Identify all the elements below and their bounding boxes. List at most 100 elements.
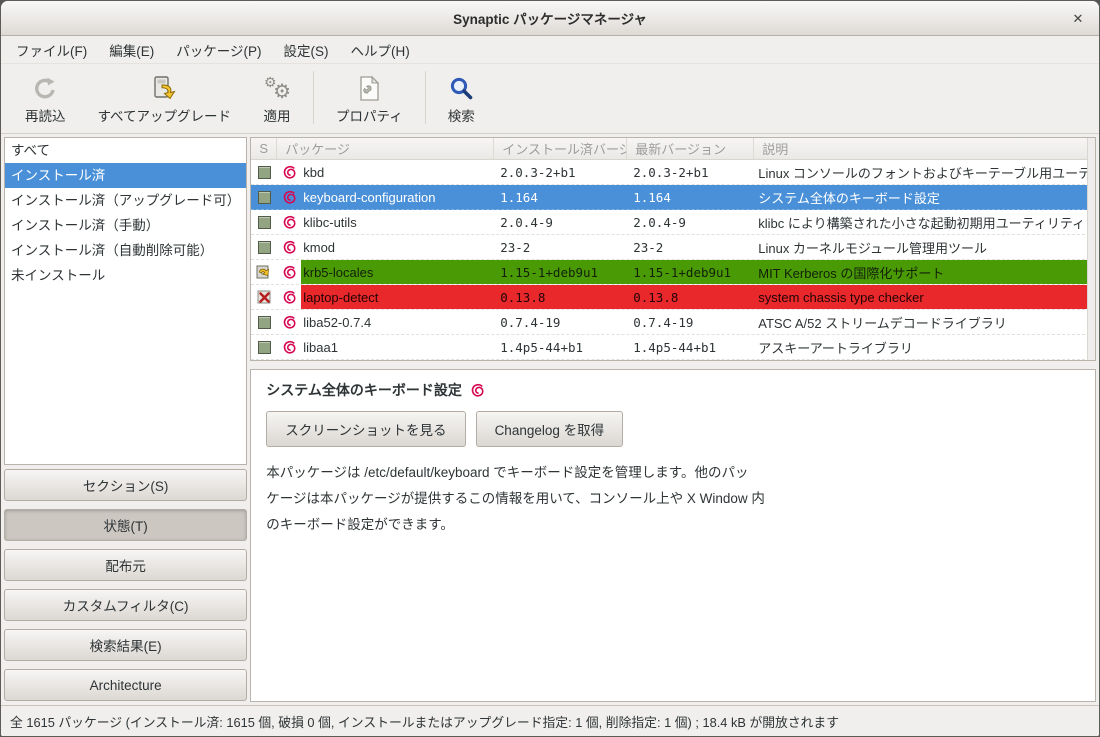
view-screenshot-button[interactable]: スクリーンショットを見る xyxy=(266,411,465,447)
menu-package[interactable]: パッケージ(P) xyxy=(165,36,272,63)
latest-version: 1.4p5-44+b1 xyxy=(627,335,754,359)
properties-icon xyxy=(357,72,381,102)
titlebar[interactable]: Synaptic パッケージマネージャ ✕ xyxy=(1,1,1099,36)
debian-swirl-icon xyxy=(282,340,297,355)
status-installed-icon xyxy=(258,316,271,329)
package-description: アスキーアートライブラリ xyxy=(754,335,1095,359)
status-installed-icon xyxy=(258,341,271,354)
debian-swirl-icon xyxy=(470,383,485,398)
table-row[interactable]: liba52-0.7.4 0.7.4-19 0.7.4-19 ATSC A/52… xyxy=(251,310,1095,335)
view-buttons: セクション(S) 状態(T) 配布元 カスタムフィルタ(C) 検索結果(E) A… xyxy=(4,469,247,702)
menu-help[interactable]: ヘルプ(H) xyxy=(339,36,420,63)
content: S パッケージ インストール済バージョン 最新バージョン 説明 kbd 2.0.… xyxy=(250,137,1096,702)
col-header-package[interactable]: パッケージ xyxy=(277,138,494,159)
package-description: system chassis type checker xyxy=(754,285,1095,309)
origin-button[interactable]: 配布元 xyxy=(4,549,247,581)
table-row-selected[interactable]: keyboard-configuration 1.164 1.164 システム全… xyxy=(251,185,1095,210)
col-header-latest-version[interactable]: 最新バージョン xyxy=(627,138,754,159)
status-installed-icon xyxy=(258,216,271,229)
table-row[interactable]: libaa1 1.4p5-44+b1 1.4p5-44+b1 アスキーアートライ… xyxy=(251,335,1095,360)
toolbar-separator xyxy=(313,71,314,124)
apply-label: 適用 xyxy=(264,105,291,125)
latest-version: 1.164 xyxy=(627,185,754,209)
pane-splitter[interactable] xyxy=(250,361,1096,369)
details-pane: システム全体のキーボード設定 スクリーンショットを見る Changelog を取… xyxy=(250,369,1096,702)
search-button[interactable]: 検索 xyxy=(432,67,491,128)
refresh-icon xyxy=(32,72,58,102)
table-header: S パッケージ インストール済バージョン 最新バージョン 説明 xyxy=(251,138,1095,160)
menubar: ファイル(F) 編集(E) パッケージ(P) 設定(S) ヘルプ(H) xyxy=(1,36,1099,64)
latest-version: 0.7.4-19 xyxy=(627,310,754,334)
debian-swirl-icon xyxy=(282,240,297,255)
filter-installed-upgradable[interactable]: インストール済（アップグレード可） xyxy=(5,188,246,213)
debian-swirl-icon xyxy=(282,265,297,280)
col-header-status[interactable]: S xyxy=(251,138,277,159)
col-header-installed-version[interactable]: インストール済バージョン xyxy=(494,138,627,159)
filter-installed-manual[interactable]: インストール済（手動） xyxy=(5,213,246,238)
installed-version: 2.0.4-9 xyxy=(494,210,627,234)
latest-version: 1.15-1+deb9u1 xyxy=(627,260,754,284)
filter-installed[interactable]: インストール済 xyxy=(5,163,246,188)
sidebar: すべて インストール済 インストール済（アップグレード可） インストール済（手動… xyxy=(4,137,247,702)
filter-all[interactable]: すべて xyxy=(5,138,246,163)
description-line: ケージは本パッケージが提供するこの情報を用いて、コンソール上や X Window… xyxy=(266,486,1080,512)
custom-filters-button[interactable]: カスタムフィルタ(C) xyxy=(4,589,247,621)
close-icon[interactable]: ✕ xyxy=(1067,8,1089,30)
latest-version: 23-2 xyxy=(627,235,754,259)
details-description: 本パッケージは /etc/default/keyboard でキーボード設定を管… xyxy=(266,460,1080,538)
apply-button[interactable]: ⚙ ⚙ 適用 xyxy=(247,67,307,128)
reload-label: 再読込 xyxy=(25,105,66,125)
package-name: keyboard-configuration xyxy=(301,185,494,209)
package-description: klibc により構築された小さな起動初期用ユーティリティ xyxy=(754,210,1095,234)
package-name: kbd xyxy=(301,160,494,184)
package-name: kmod xyxy=(301,235,494,259)
debian-swirl-icon xyxy=(282,215,297,230)
package-description: MIT Kerberos の国際化サポート xyxy=(754,260,1095,284)
filter-not-installed[interactable]: 未インストール xyxy=(5,263,246,288)
installed-version: 1.4p5-44+b1 xyxy=(494,335,627,359)
menu-settings[interactable]: 設定(S) xyxy=(272,36,339,63)
table-scrollbar[interactable] xyxy=(1087,138,1095,360)
properties-button[interactable]: プロパティ xyxy=(320,67,419,128)
status-summary: 全 1615 パッケージ (インストール済: 1615 個, 破損 0 個, イ… xyxy=(10,712,839,731)
upgrade-all-button[interactable]: すべてアップグレード xyxy=(82,67,248,128)
status-removal-icon xyxy=(257,290,272,305)
statusbar: 全 1615 パッケージ (インストール済: 1615 個, 破損 0 個, イ… xyxy=(1,705,1099,736)
toolbar-separator xyxy=(425,71,426,124)
properties-label: プロパティ xyxy=(336,105,403,125)
package-name: krb5-locales xyxy=(301,260,494,284)
package-table: S パッケージ インストール済バージョン 最新バージョン 説明 kbd 2.0.… xyxy=(250,137,1096,361)
reload-button[interactable]: 再読込 xyxy=(9,67,82,128)
package-name: liba52-0.7.4 xyxy=(301,310,494,334)
sections-button[interactable]: セクション(S) xyxy=(4,469,247,501)
status-filter-list: すべて インストール済 インストール済（アップグレード可） インストール済（手動… xyxy=(4,137,247,465)
col-header-description[interactable]: 説明 xyxy=(754,138,1095,159)
table-row-marked-upgrade[interactable]: krb5-locales 1.15-1+deb9u1 1.15-1+deb9u1… xyxy=(251,260,1095,285)
details-title: システム全体のキーボード設定 xyxy=(266,380,462,400)
filter-installed-autoremovable[interactable]: インストール済（自動削除可能） xyxy=(5,238,246,263)
package-description: Linux コンソールのフォントおよびキーテーブル用ユーティリティ xyxy=(754,160,1095,184)
package-name: laptop-detect xyxy=(301,285,494,309)
table-row[interactable]: klibc-utils 2.0.4-9 2.0.4-9 klibc により構築さ… xyxy=(251,210,1095,235)
search-results-button[interactable]: 検索結果(E) xyxy=(4,629,247,661)
toolbar: 再読込 すべてアップグレード ⚙ ⚙ 適用 xyxy=(1,64,1099,134)
package-name: klibc-utils xyxy=(301,210,494,234)
debian-swirl-icon xyxy=(282,315,297,330)
status-button[interactable]: 状態(T) xyxy=(4,509,247,541)
latest-version: 2.0.4-9 xyxy=(627,210,754,234)
search-icon xyxy=(448,72,474,102)
status-installed-icon xyxy=(258,166,271,179)
table-row[interactable]: kbd 2.0.3-2+b1 2.0.3-2+b1 Linux コンソールのフォ… xyxy=(251,160,1095,185)
description-line: 本パッケージは /etc/default/keyboard でキーボード設定を管… xyxy=(266,460,1080,486)
get-changelog-button[interactable]: Changelog を取得 xyxy=(476,411,624,447)
installed-version: 23-2 xyxy=(494,235,627,259)
installed-version: 1.164 xyxy=(494,185,627,209)
main-area: すべて インストール済 インストール済（アップグレード可） インストール済（手動… xyxy=(1,134,1099,705)
table-row-marked-removal[interactable]: laptop-detect 0.13.8 0.13.8 system chass… xyxy=(251,285,1095,310)
installed-version: 2.0.3-2+b1 xyxy=(494,160,627,184)
menu-edit[interactable]: 編集(E) xyxy=(98,36,165,63)
menu-file[interactable]: ファイル(F) xyxy=(5,36,98,63)
installed-version: 1.15-1+deb9u1 xyxy=(494,260,627,284)
architecture-button[interactable]: Architecture xyxy=(4,669,247,701)
table-row[interactable]: kmod 23-2 23-2 Linux カーネルモジュール管理用ツール xyxy=(251,235,1095,260)
